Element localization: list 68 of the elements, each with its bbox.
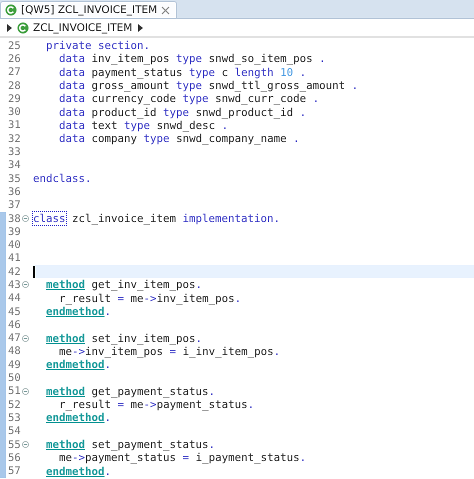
line-number: 32	[8, 132, 22, 145]
line-number: 29	[8, 92, 22, 105]
code-line: data payment_status type c length 10 .	[58, 66, 308, 79]
line-number: 48	[8, 345, 22, 358]
triangle-right-icon[interactable]	[137, 24, 144, 32]
line-number: 46	[8, 318, 22, 331]
close-icon[interactable]	[161, 6, 170, 14]
code-line: data currency_code type snwd_curr_code .	[58, 92, 320, 106]
code-line: class zcl_invoice_item implementation.	[33, 212, 282, 226]
breadcrumb-item[interactable]: ZCL_INVOICE_ITEM	[17, 22, 132, 34]
line-number: 47	[8, 332, 22, 344]
line-number: 54	[8, 425, 22, 438]
line-number: 40	[8, 239, 22, 252]
collapse-icon[interactable]	[22, 388, 29, 395]
code-line: endmethod.	[45, 411, 112, 425]
line-number: 30	[8, 106, 22, 118]
line-number: 38	[8, 212, 22, 224]
code-line: data text type snwd_desc .	[58, 118, 230, 132]
line-number: 43	[8, 278, 22, 291]
code-line: method get_inv_item_pos.	[45, 278, 204, 292]
code-line: data product_id type snwd_product_id .	[58, 105, 308, 119]
line-number: 57	[8, 465, 22, 478]
line-number: 41	[8, 252, 22, 264]
line-number: 45	[8, 306, 22, 318]
code-line: r_result = me->inv_item_pos.	[58, 292, 242, 305]
code-line: data company type snwd_company_name .	[58, 132, 301, 146]
code-line: data inv_item_pos type snwd_so_item_pos .	[58, 52, 327, 66]
code-line: method set_inv_item_pos.	[45, 332, 204, 345]
line-number: 42	[8, 266, 22, 278]
class-icon	[5, 4, 17, 16]
code-line: method set_payment_status.	[45, 438, 216, 452]
line-number: 27	[8, 66, 22, 78]
code-line: private section.	[45, 39, 152, 52]
line-number: 50	[8, 372, 22, 384]
line-number: 26	[8, 52, 22, 65]
code-line: endmethod.	[45, 464, 112, 478]
line-number: 31	[8, 119, 22, 132]
line-number: 39	[8, 226, 22, 238]
line-number: 33	[8, 146, 22, 158]
collapse-icon[interactable]	[22, 281, 29, 288]
code-line: data gross_amount type snwd_ttl_gross_amount .	[58, 78, 360, 92]
line-number: 35	[8, 172, 22, 185]
line-number: 34	[8, 159, 22, 172]
line-number: 37	[8, 199, 22, 212]
editor-tab[interactable]: [QW5] ZCL_INVOICE_ITEM	[0, 1, 178, 18]
triangle-right-icon[interactable]	[6, 24, 12, 32]
code-line: endmethod.	[45, 358, 112, 372]
collapse-icon[interactable]	[22, 441, 29, 448]
line-number: 36	[8, 186, 22, 198]
code-line: me->inv_item_pos = i_inv_item_pos.	[58, 344, 282, 358]
code-line: me->payment_status = i_payment_status.	[58, 451, 308, 464]
line-number: 25	[8, 40, 22, 52]
code-line: r_result = me->payment_status.	[58, 398, 256, 412]
collapse-icon[interactable]	[22, 215, 29, 222]
line-number: 28	[8, 80, 22, 92]
line-number: 53	[8, 412, 22, 424]
line-number: 44	[8, 292, 22, 304]
line-number: 51	[8, 385, 22, 398]
text-cursor	[33, 266, 34, 278]
collapse-icon[interactable]	[22, 334, 29, 342]
line-number: 55	[8, 438, 22, 451]
line-number: 52	[8, 398, 22, 411]
code-line: endmethod.	[45, 304, 112, 318]
code-line: method get_payment_status.	[45, 384, 216, 398]
line-number: 56	[8, 452, 22, 464]
class-icon	[17, 22, 29, 34]
line-number: 49	[8, 358, 22, 371]
code-line: endclass.	[33, 172, 93, 186]
